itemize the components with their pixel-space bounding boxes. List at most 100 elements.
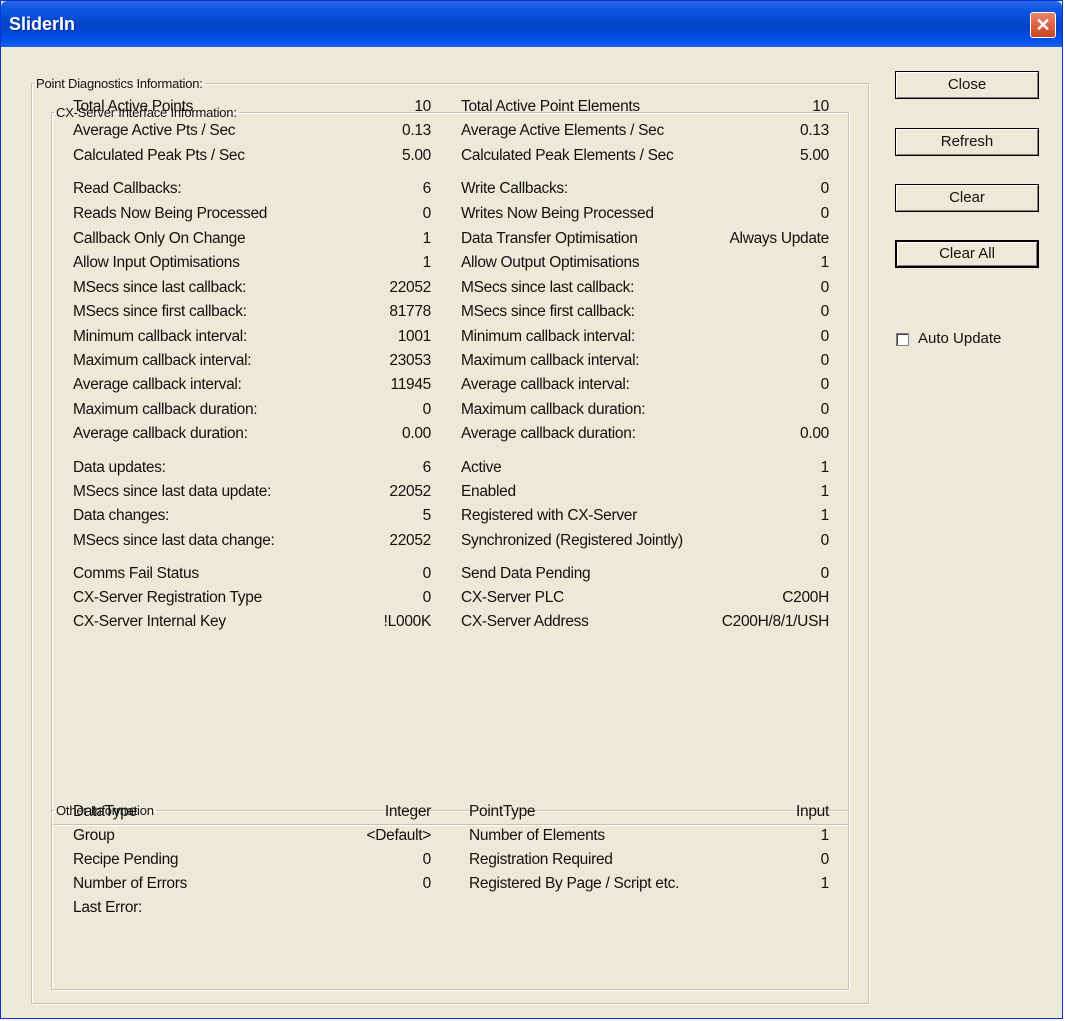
info-value: 6 — [422, 459, 432, 476]
info-row: Registered with CX-Server 1 — [461, 507, 829, 529]
info-row: Average callback duration: 0.00 — [461, 425, 829, 447]
info-value: 1 — [820, 254, 830, 271]
clear-all-button[interactable]: Clear All — [895, 240, 1039, 268]
info-value: 5 — [422, 507, 432, 524]
auto-update-check-box[interactable] — [896, 333, 909, 346]
info-label: Data updates: — [73, 459, 166, 476]
info-row: Allow Output Optimisations 1 — [461, 254, 829, 276]
close-window-icon[interactable]: ✕ — [1030, 12, 1056, 38]
info-label: Average Active Pts / Sec — [73, 122, 236, 139]
info-value: 0 — [820, 376, 830, 393]
info-row: Writes Now Being Processed 0 — [461, 205, 829, 227]
info-row: Maximum callback duration: 0 — [461, 401, 829, 423]
info-value: 1 — [820, 875, 830, 892]
info-value: C200H — [782, 589, 829, 606]
info-row: Callback Only On Change 1 — [73, 230, 431, 252]
info-row: Write Callbacks: 0 — [461, 180, 829, 202]
info-label: Write Callbacks: — [461, 180, 568, 197]
info-row: Last Error: — [73, 899, 431, 921]
info-value: <Default> — [366, 827, 431, 844]
info-label: Reads Now Being Processed — [73, 205, 268, 222]
info-row: Data Transfer Optimisation Always Update — [461, 230, 829, 252]
info-row: Data changes: 5 — [73, 507, 431, 529]
info-label: Data changes: — [73, 507, 170, 524]
info-row: Average Active Pts / Sec 0.13 — [73, 122, 431, 144]
info-value: 0.13 — [800, 122, 829, 139]
info-value: 0 — [820, 532, 830, 549]
info-row: Comms Fail Status 0 — [73, 565, 431, 587]
info-row: Maximum callback interval: 0 — [461, 352, 829, 374]
info-label: Allow Input Optimisations — [73, 254, 240, 271]
info-row: Active 1 — [461, 459, 829, 481]
info-label: Maximum callback duration: — [461, 401, 646, 418]
dialog-client: Point Diagnostics Information: CX-Server… — [5, 47, 1058, 1014]
info-label: Average Active Elements / Sec — [461, 122, 664, 139]
info-row: MSecs since last data change: 22052 — [73, 532, 431, 554]
info-label: Registration Required — [469, 851, 613, 868]
info-value: 0 — [820, 565, 830, 582]
info-row: Average callback duration: 0.00 — [73, 425, 431, 447]
info-label: Read Callbacks: — [73, 180, 182, 197]
info-value: 23053 — [389, 352, 431, 369]
info-row: Registration Required 0 — [469, 851, 829, 873]
info-value: 0.13 — [402, 122, 431, 139]
dialog-window: SliderIn ✕ Point Diagnostics Information… — [0, 0, 1063, 1019]
info-label: Average callback duration: — [73, 425, 248, 442]
info-label: Last Error: — [73, 899, 143, 916]
info-label: MSecs since last data change: — [73, 532, 275, 549]
info-row: Number of Errors 0 — [73, 875, 431, 897]
info-value: 0.00 — [800, 425, 829, 442]
info-row: Send Data Pending 0 — [461, 565, 829, 587]
title-bar[interactable]: SliderIn ✕ — [1, 1, 1062, 47]
info-value: 81778 — [389, 303, 431, 320]
info-value: 0 — [820, 180, 830, 197]
info-value: 0.00 — [402, 425, 431, 442]
info-row: Allow Input Optimisations 1 — [73, 254, 431, 276]
info-label: CX-Server Address — [461, 613, 589, 630]
info-label: Minimum callback interval: — [73, 328, 247, 345]
info-value: 0 — [422, 851, 432, 868]
info-label: Comms Fail Status — [73, 565, 199, 582]
info-label: Synchronized (Registered Jointly) — [461, 532, 683, 549]
info-row: MSecs since last callback: 22052 — [73, 279, 431, 301]
info-row: MSecs since last callback: 0 — [461, 279, 829, 301]
info-label: CX-Server Internal Key — [73, 613, 226, 630]
clear-button[interactable]: Clear — [895, 184, 1039, 212]
info-value: 10 — [414, 98, 431, 115]
info-value: !L000K — [383, 613, 432, 630]
info-row: Maximum callback duration: 0 — [73, 401, 431, 423]
info-value: Integer — [384, 803, 431, 820]
info-row: Data updates: 6 — [73, 459, 431, 481]
info-value: 0 — [820, 205, 830, 222]
info-row: Total Active Points 10 — [73, 98, 431, 120]
info-value: 0 — [820, 401, 830, 418]
info-row: Minimum callback interval: 1001 — [73, 328, 431, 350]
info-label: Average callback duration: — [461, 425, 636, 442]
info-value: 5.00 — [402, 147, 431, 164]
info-row: Recipe Pending 0 — [73, 851, 431, 873]
info-row: Average callback interval: 11945 — [73, 376, 431, 398]
info-value: 0 — [820, 352, 830, 369]
info-value: Input — [796, 803, 829, 820]
info-row: Calculated Peak Pts / Sec 5.00 — [73, 147, 431, 169]
info-value: 1001 — [397, 328, 432, 345]
info-value: 0 — [422, 875, 432, 892]
info-value: 0 — [422, 205, 432, 222]
info-row: Minimum callback interval: 0 — [461, 328, 829, 350]
info-value: 1 — [820, 483, 830, 500]
refresh-button[interactable]: Refresh — [895, 128, 1039, 156]
info-label: Number of Errors — [73, 875, 188, 892]
info-value: 11945 — [390, 376, 432, 393]
info-label: Number of Elements — [469, 827, 605, 844]
close-button[interactable]: Close — [895, 71, 1039, 99]
info-label: MSecs since last callback: — [461, 279, 635, 296]
info-row: Reads Now Being Processed 0 — [73, 205, 431, 227]
point-diagnostics-label: Point Diagnostics Information: — [36, 76, 203, 91]
info-row: CX-Server PLC C200H — [461, 589, 829, 611]
info-value: 22052 — [389, 483, 431, 500]
info-label: MSecs since first callback: — [461, 303, 635, 320]
info-value: Always Update — [729, 230, 830, 247]
info-label: DataType — [73, 803, 137, 820]
info-label: Calculated Peak Pts / Sec — [73, 147, 245, 164]
info-label: Recipe Pending — [73, 851, 179, 868]
